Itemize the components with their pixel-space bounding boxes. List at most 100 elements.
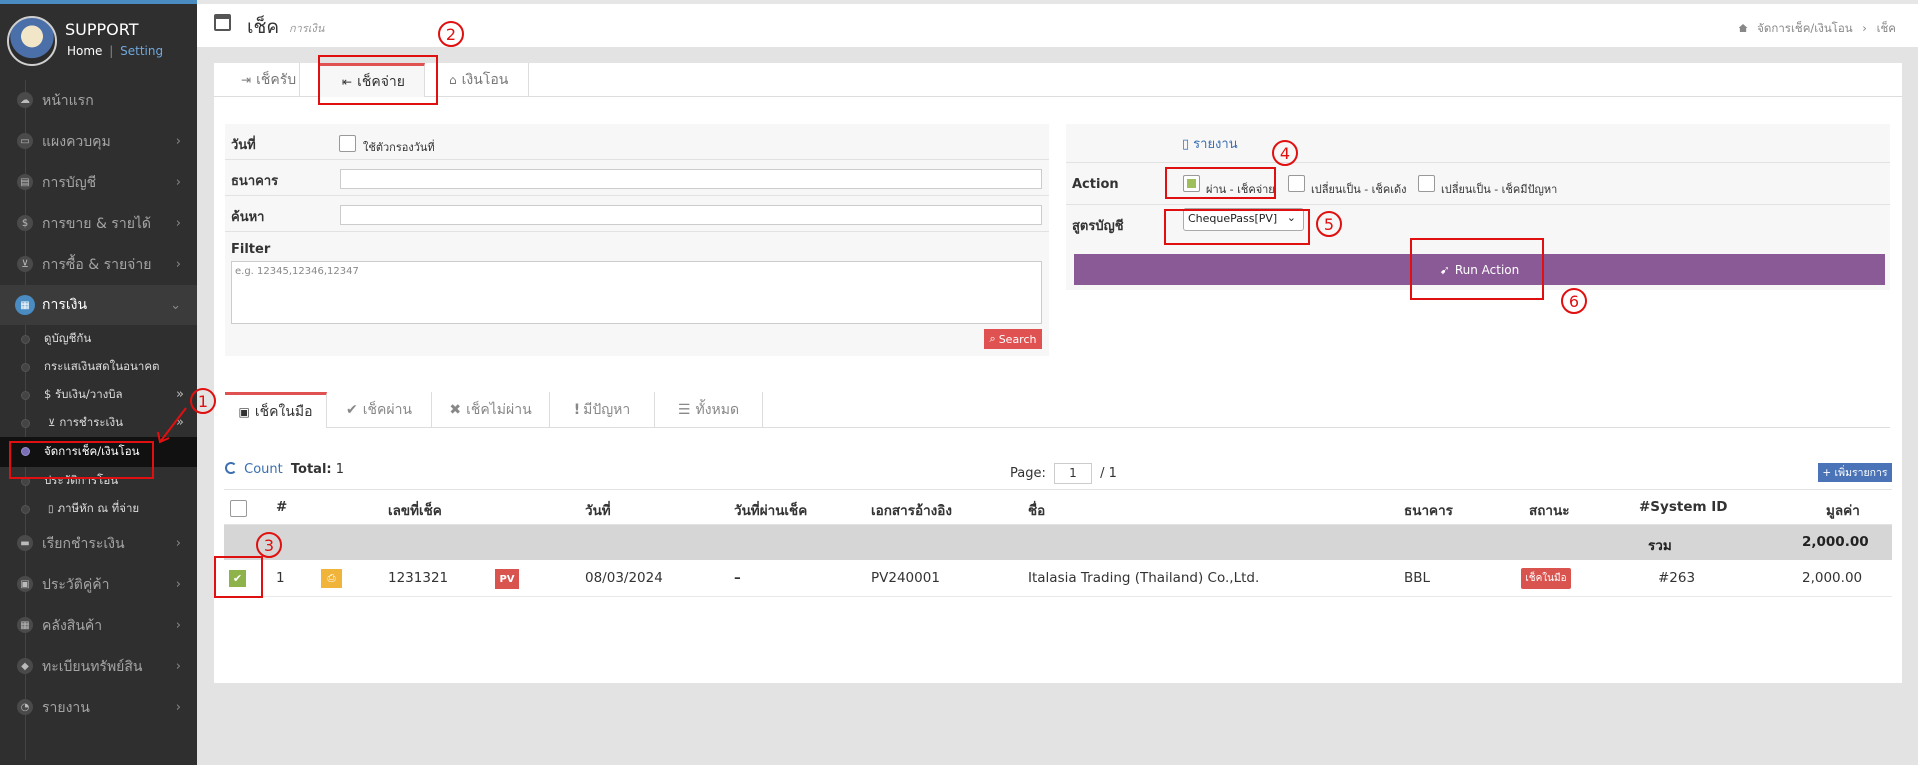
sidebar-subitem-chart-of-accounts[interactable]: ดูบัญชีกัน [0,325,197,353]
report-link-label: รายงาน [1193,137,1238,152]
diamond-icon: ◆ [17,658,33,674]
sidebar-item-purchases[interactable]: ⊻ การซื้อ & รายจ่าย › [0,244,197,285]
bank-row: ธนาคาร [225,160,1049,196]
brand-links: Home | Setting [67,44,163,58]
action-problem-label: เปลี่ยนเป็น - เช็คมีปัญหา [1441,183,1558,196]
cloud-icon: ☁ [17,92,33,108]
total-label: Total: [290,462,332,477]
sidebar-subitem-future-cashflow[interactable]: กระแสเงินสดในอนาคต [0,353,197,381]
sidebar-item-inventory[interactable]: ▦ คลังสินค้า › [0,605,197,646]
chevron-right-icon: › [175,175,181,190]
chevron-down-icon: ⌄ [170,298,181,313]
formula-label: สูตรบัญชี [1072,219,1124,234]
date-row: วันที่ ใช้ตัวกรองวันที่ [225,124,1049,160]
tab-problem[interactable]: ! มีปัญหา [550,392,655,428]
bank-input[interactable] [340,169,1042,189]
sidebar-item-home[interactable]: ☁ หน้าแรก [0,80,197,121]
tab-label: เช็คในมือ [254,403,313,420]
annotation-box-sidebar-item [9,441,154,479]
col-cheque-no[interactable]: เลขที่เช็ค [388,499,442,521]
sidebar-item-label: การซื้อ & รายจ่าย [42,256,152,273]
home-icon[interactable] [1738,24,1748,32]
status-badge: เช็คในมือ [1521,568,1571,589]
annotation-arrow [157,407,187,444]
contact-icon: ▣ [17,576,33,592]
row-cheque-no: 1231321 [388,570,449,586]
sidebar-item-contacts[interactable]: ▣ ประวัติคู่ค้า › [0,564,197,605]
sidebar-item-reports[interactable]: ◔ รายงาน › [0,687,197,728]
tab-label: ทั้งหมด [695,402,740,418]
date-filter-checkbox[interactable] [339,135,356,152]
refresh-icon[interactable] [225,462,237,474]
report-link[interactable]: ▯ รายงาน [1182,133,1238,154]
tab-label: เช็คไม่ผ่าน [466,402,532,418]
chevron-right-icon: › [175,257,181,272]
annotation-number: 4 [1272,140,1298,166]
tab-label: เช็ครับ [256,72,297,88]
table-row[interactable]: ✔ 1 ⎙ 1231321 PV 08/03/2024 – PV240001 I… [224,560,1892,597]
search-input[interactable] [340,205,1042,225]
home-link[interactable]: Home [67,44,102,58]
action-problem-checkbox[interactable] [1418,175,1435,192]
chevron-right-icon: › [175,618,181,633]
sidebar-item-sales[interactable]: $ การขาย & รายได้ › [0,203,197,244]
print-icon[interactable]: ⎙ [321,569,342,588]
row-bank: BBL [1404,570,1431,586]
breadcrumb-item[interactable]: จัดการเช็ค/เงินโอน [1757,21,1852,35]
sidebar-item-assets[interactable]: ◆ ทะเบียนทรัพย์สิน › [0,646,197,687]
sidebar-item-dashboard[interactable]: ▭ แผงควบคุม › [0,121,197,162]
brand-title: SUPPORT [65,20,139,39]
bank-icon: ⌂ [449,73,457,87]
cart-icon: ⊻ [48,417,56,429]
col-status[interactable]: สถานะ [1529,499,1569,521]
select-all-checkbox[interactable] [230,500,247,517]
page-input[interactable]: 1 [1054,463,1092,484]
sidebar-item-label: การขาย & รายได้ [42,215,152,232]
tab-label: เช็คผ่าน [362,402,413,418]
sidebar-subitem-label: $ รับเงิน/วางบิล [44,387,123,401]
sidebar-item-billing[interactable]: ▬ เรียกชำระเงิน › [0,523,197,564]
annotation-number: 1 [190,388,216,414]
add-item-button[interactable]: + เพิ่มรายการ [1818,463,1892,482]
doc-type-badge[interactable]: PV [495,569,519,589]
col-ref-doc[interactable]: เอกสารอ้างอิง [871,499,952,521]
search-icon: ⌕ [989,332,996,345]
tab-passed[interactable]: ✔ เช็คผ่าน [327,392,432,428]
action-bounce-checkbox[interactable] [1288,175,1305,192]
search-button[interactable]: ⌕ Search [984,329,1042,349]
col-bank[interactable]: ธนาคาร [1404,499,1453,521]
tab-not-passed[interactable]: ✖ เช็คไม่ผ่าน [432,392,550,428]
brand-link-separator: | [109,44,114,58]
page-label: Page: [1010,466,1046,481]
card-icon: ▬ [17,535,33,551]
annotation-number: 3 [256,532,282,558]
setting-link[interactable]: Setting [120,44,163,58]
dollar-icon: $ [17,215,33,231]
col-name[interactable]: ชื่อ [1028,499,1045,521]
filter-textarea[interactable]: e.g. 12345,12346,12347 [231,261,1042,324]
row-ref-doc[interactable]: PV240001 [871,570,940,586]
page-title: เช็ค [247,16,280,38]
sidebar-item-accounting[interactable]: ▤ การบัญชี › [0,162,197,203]
col-amount[interactable]: มูลค่า [1826,499,1860,521]
sidebar-subitem-withholding-tax[interactable]: ▯ ภาษีหัก ณ ที่จ่าย [0,495,197,523]
tab-in-hand[interactable]: ▣ เช็คในมือ [225,392,327,428]
tab-cheque-received[interactable]: ⇥ เช็ครับ [214,63,300,97]
list-icon: ☰ [677,402,691,418]
col-pass-date[interactable]: วันที่ผ่านเช็ค [734,499,807,521]
book-icon: ▤ [17,174,33,190]
status-tabs: ▣ เช็คในมือ ✔ เช็คผ่าน ✖ เช็คไม่ผ่าน ! มีปัญ… [225,392,1890,428]
total-value: 1 [335,462,345,477]
tab-transfer[interactable]: ⌂ เงินโอน [425,63,529,97]
close-icon: ✖ [449,402,462,418]
tab-all[interactable]: ☰ ทั้งหมด [655,392,763,428]
chevron-right-icon: › [175,659,181,674]
search-row: ค้นหา [225,196,1049,232]
table-summary-row: รวม 2,000.00 [224,525,1892,560]
col-system-id[interactable]: #System ID [1639,499,1727,515]
col-date[interactable]: วันที่ [585,499,611,521]
money-icon: ▣ [238,404,250,419]
sidebar-item-label: ทะเบียนทรัพย์สิน [42,658,143,675]
sidebar-item-finance[interactable]: ▦ การเงิน ⌄ [0,285,197,325]
table-header: # เลขที่เช็ค วันที่ วันที่ผ่านเช็ค เอกสา… [224,489,1892,525]
